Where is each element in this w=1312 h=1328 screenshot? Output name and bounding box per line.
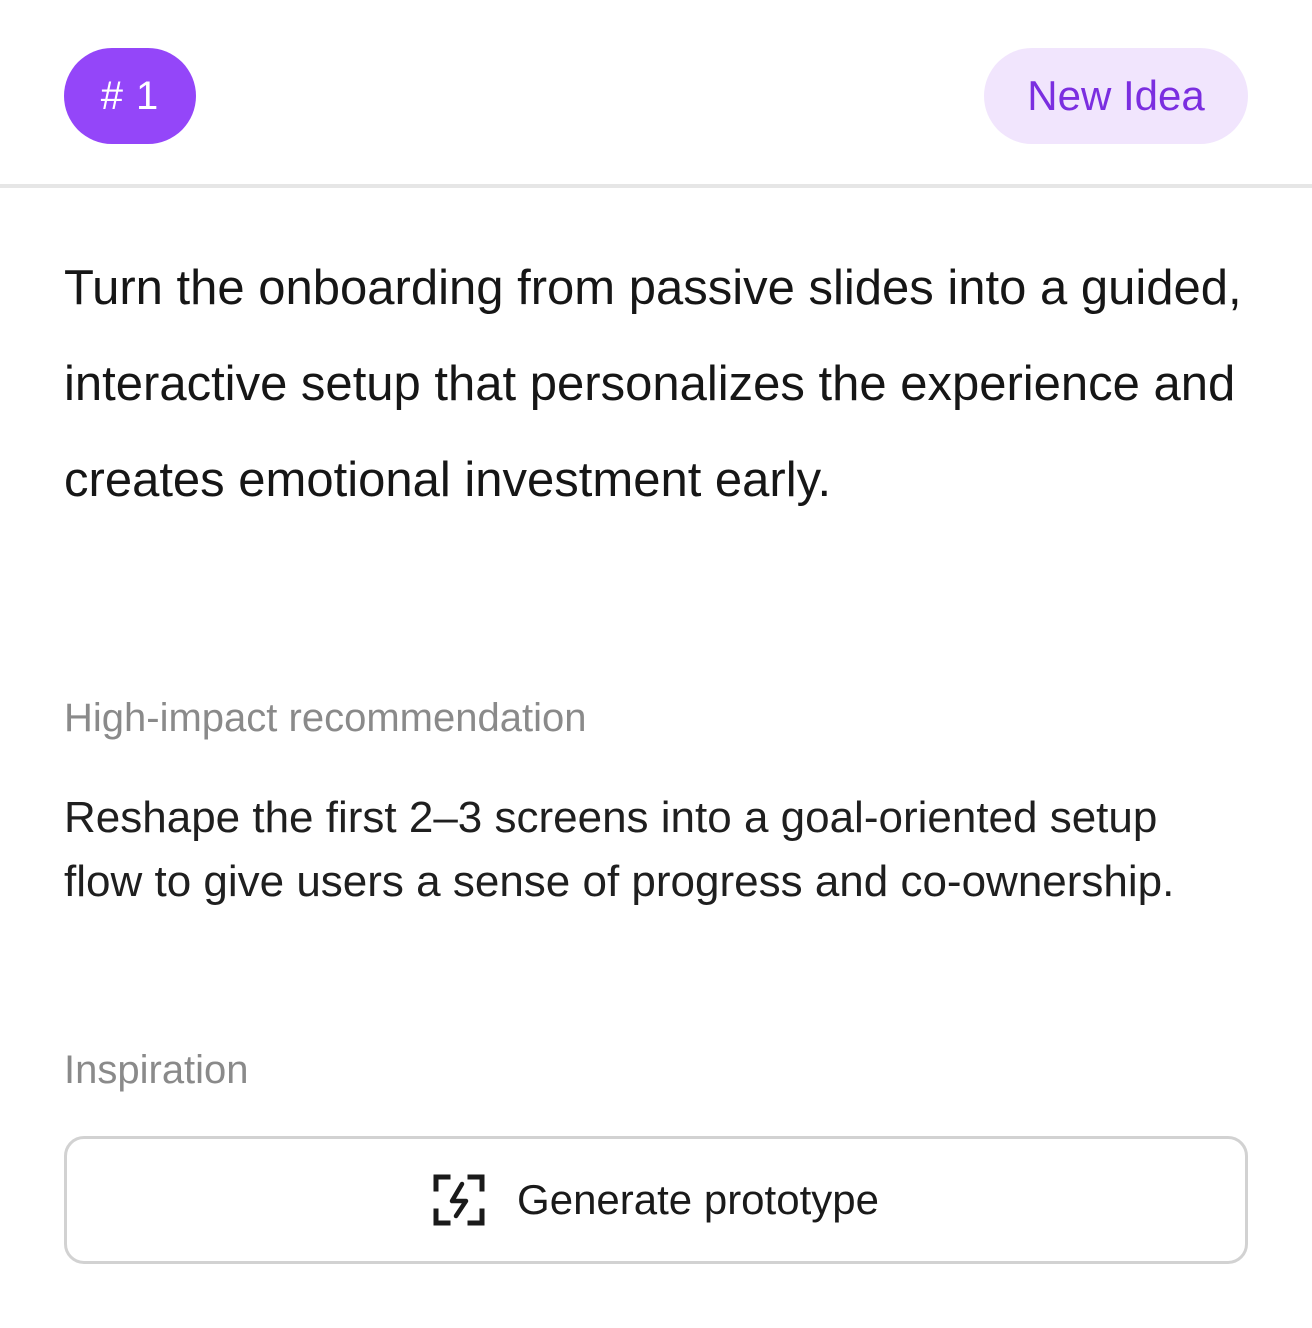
recommendation-text: Reshape the first 2–3 screens into a goa… <box>64 793 1175 906</box>
recommendation-label: High-impact recommendation <box>64 696 587 740</box>
generate-prototype-button[interactable]: Generate prototype <box>64 1136 1248 1264</box>
generate-prototype-label: Generate prototype <box>517 1176 879 1223</box>
card-header: # 1 New Idea <box>0 0 1312 188</box>
idea-card: # 1 New Idea Turn the onboarding from pa… <box>0 0 1312 1328</box>
inspiration-label: Inspiration <box>64 1048 249 1092</box>
bolt-frame-icon <box>433 1174 485 1226</box>
idea-title: Turn the onboarding from passive slides … <box>64 261 1242 507</box>
rank-badge: # 1 <box>64 48 196 144</box>
status-badge: New Idea <box>984 48 1248 144</box>
